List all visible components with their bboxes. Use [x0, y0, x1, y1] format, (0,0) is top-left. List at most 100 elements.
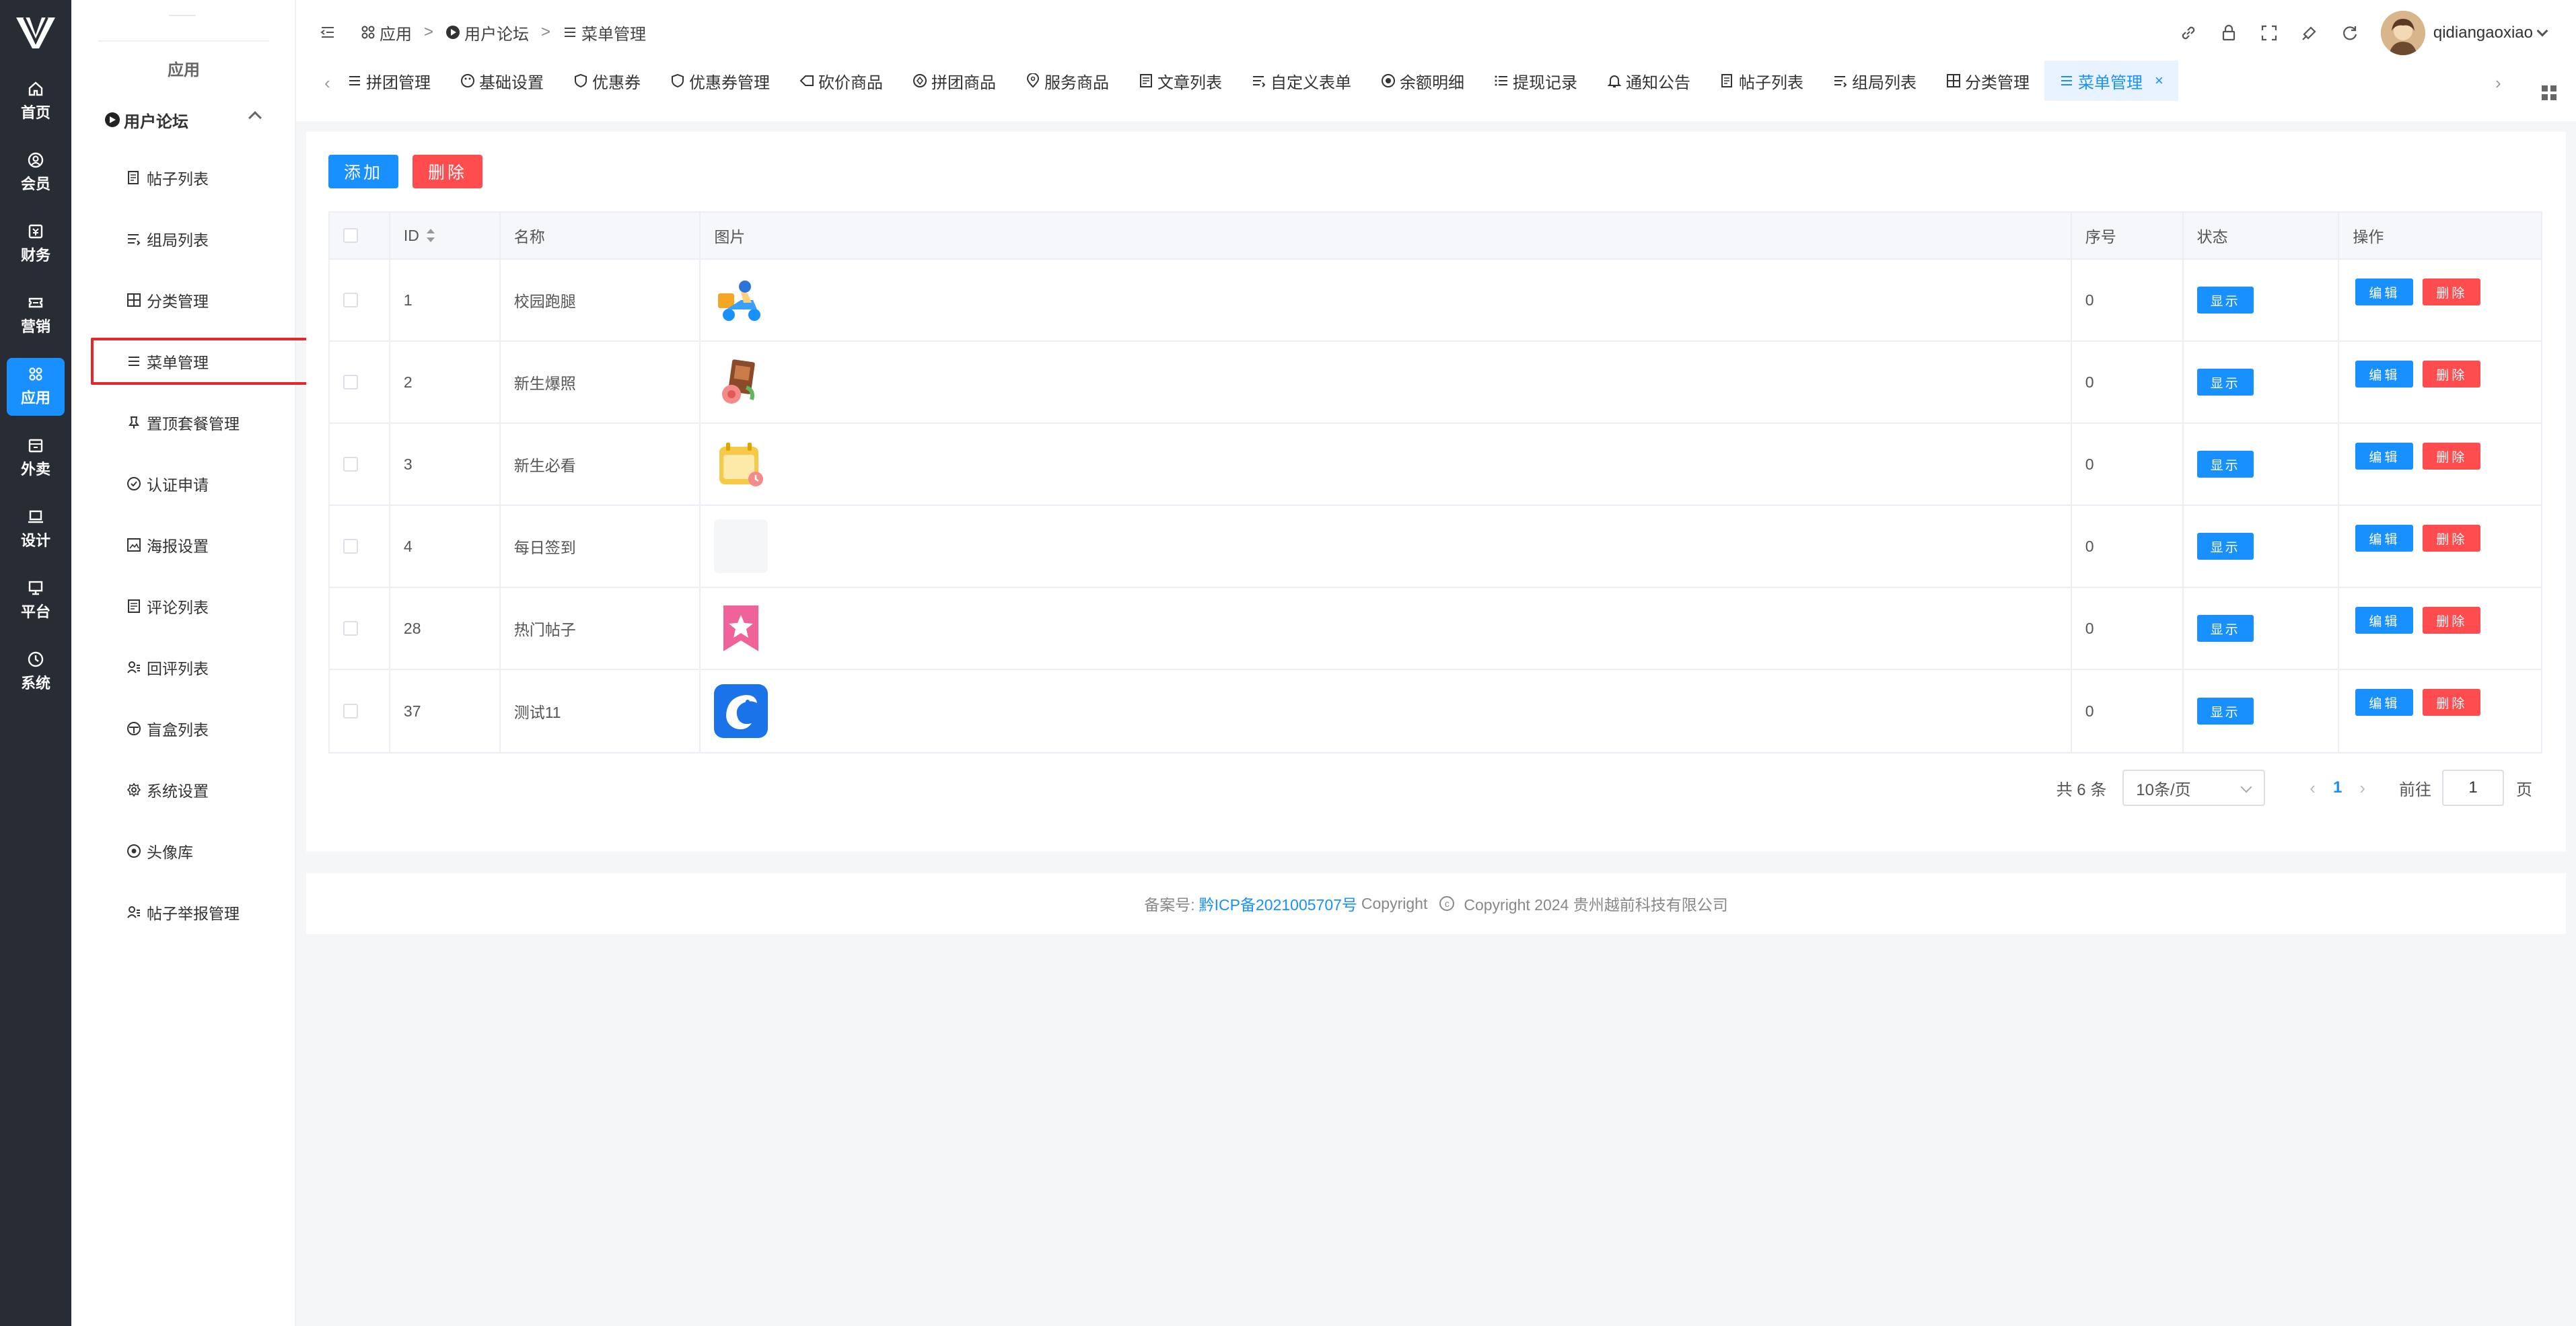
breadcrumb-item-apps[interactable]: 应用 — [361, 21, 412, 44]
report-icon — [127, 906, 140, 918]
sidebar-item-posts[interactable]: 帖子列表 — [127, 164, 295, 191]
delete-button[interactable]: 删除 — [2423, 525, 2481, 552]
menu-icon — [565, 28, 576, 37]
primary-nav-home[interactable]: 首页 — [7, 73, 65, 131]
close-icon[interactable]: × — [2155, 72, 2163, 89]
page-size-select[interactable]: 10条/页 — [2122, 770, 2266, 806]
sidebar-group-forum[interactable]: 用户论坛 — [105, 106, 273, 133]
tab-coupon-management[interactable]: 优惠券管理 — [655, 61, 785, 101]
tab-coupons[interactable]: 优惠券 — [559, 61, 655, 101]
prev-page-icon[interactable]: ‹ — [2310, 778, 2316, 799]
icp-link[interactable]: 黔ICP备2021005707号 — [1199, 892, 1357, 915]
sidebar-item-categories[interactable]: 分类管理 — [127, 287, 295, 314]
sort-icon[interactable] — [426, 229, 435, 242]
primary-nav-takeout[interactable]: 外卖 — [7, 429, 65, 487]
page-number[interactable]: 1 — [2333, 778, 2342, 797]
menu-icon — [349, 76, 360, 85]
edit-button[interactable]: 编辑 — [2355, 443, 2414, 470]
sidebar-item-comments[interactable]: 评论列表 — [127, 593, 295, 620]
header-id[interactable]: ID — [390, 213, 501, 258]
gear-icon — [127, 782, 141, 797]
add-button[interactable]: 添加 — [328, 155, 398, 188]
tab-menu-management[interactable]: 菜单管理 × — [2044, 61, 2178, 101]
status-badge: 显示 — [2196, 615, 2254, 642]
document-icon — [128, 171, 139, 184]
row-checkbox[interactable] — [343, 293, 358, 307]
refresh-icon[interactable] — [2340, 24, 2359, 42]
row-checkbox-cell — [330, 506, 390, 587]
avatar[interactable] — [2380, 11, 2425, 55]
edit-button[interactable]: 编辑 — [2355, 361, 2414, 388]
collapse-menu-icon[interactable] — [320, 25, 335, 40]
tab-label: 提现记录 — [1513, 73, 1577, 92]
tab-bargain-goods[interactable]: 砍价商品 — [785, 61, 898, 101]
delete-button[interactable]: 删除 — [2423, 279, 2481, 305]
goto-page-input[interactable]: 1 — [2442, 770, 2504, 806]
theme-icon[interactable] — [2300, 24, 2319, 42]
breadcrumb-item-forum[interactable]: 用户论坛 — [445, 21, 529, 44]
apps-grid-icon[interactable] — [2540, 83, 2559, 102]
delete-button[interactable]: 删除 — [2423, 443, 2481, 470]
edit-button[interactable]: 编辑 — [2355, 607, 2414, 634]
edit-button[interactable]: 编辑 — [2355, 525, 2414, 552]
tab-withdrawals[interactable]: 提现记录 — [1479, 61, 1592, 101]
tabs-scroll-left-icon[interactable]: ‹ — [324, 73, 330, 94]
delete-button[interactable]: 删除 — [2423, 689, 2481, 716]
row-checkbox[interactable] — [343, 704, 358, 719]
tab-group-buy[interactable]: 拼团管理 — [332, 61, 445, 101]
sidebar-item-poster[interactable]: 海报设置 — [127, 531, 295, 558]
row-checkbox[interactable] — [343, 457, 358, 472]
tab-custom-form[interactable]: 自定义表单 — [1237, 61, 1366, 101]
sidebar-item-avatars[interactable]: 头像库 — [127, 838, 295, 864]
row-checkbox[interactable] — [343, 375, 358, 390]
sidebar-item-pin-packages[interactable]: 置顶套餐管理 — [127, 409, 295, 436]
row-checkbox[interactable] — [343, 621, 358, 636]
primary-nav-label: 平台 — [20, 603, 50, 620]
primary-nav-label: 外卖 — [20, 461, 50, 478]
status-badge: 显示 — [2196, 451, 2254, 478]
select-all-checkbox[interactable] — [343, 228, 358, 243]
tab-service-goods[interactable]: 服务商品 — [1011, 61, 1124, 101]
primary-nav-platform[interactable]: 平台 — [7, 572, 65, 630]
row-checkbox[interactable] — [343, 539, 358, 554]
primary-nav-apps[interactable]: 应用 — [7, 358, 65, 416]
sidebar-item-settings[interactable]: 系统设置 — [127, 776, 295, 803]
next-page-icon[interactable]: › — [2359, 778, 2365, 799]
page-suffix: 页 — [2516, 780, 2532, 799]
cell-order: 0 — [2072, 506, 2184, 587]
edit-button[interactable]: 编辑 — [2355, 689, 2414, 716]
sidebar-item-verification[interactable]: 认证申请 — [127, 470, 295, 497]
diamond-icon — [913, 74, 927, 87]
fullscreen-icon[interactable] — [2260, 24, 2279, 42]
sidebar-item-blindbox[interactable]: 盲盒列表 — [127, 715, 295, 742]
link-icon[interactable] — [2179, 24, 2198, 42]
tab-groups[interactable]: 组局列表 — [1818, 61, 1931, 101]
chevron-down-icon[interactable] — [2536, 25, 2548, 37]
primary-nav-marketing[interactable]: 营销 — [7, 287, 65, 344]
tab-group-goods[interactable]: 拼团商品 — [898, 61, 1011, 101]
primary-nav-system[interactable]: 系统 — [7, 643, 65, 701]
cell-id: 1 — [390, 260, 501, 340]
tab-notices[interactable]: 通知公告 — [1592, 61, 1705, 101]
tab-posts[interactable]: 帖子列表 — [1705, 61, 1818, 101]
sidebar-item-groups[interactable]: 组局列表 — [127, 225, 295, 252]
cell-ops: 编辑 删除 — [2339, 506, 2541, 587]
primary-nav-member[interactable]: 会员 — [7, 144, 65, 202]
primary-nav-design[interactable]: 设计 — [7, 501, 65, 558]
tab-label: 拼团商品 — [931, 73, 996, 92]
primary-nav-finance[interactable]: 财务 — [7, 215, 65, 273]
batch-delete-button[interactable]: 删除 — [413, 155, 482, 188]
lock-icon[interactable] — [2219, 24, 2238, 42]
tab-balance[interactable]: 余额明细 — [1366, 61, 1479, 101]
tab-categories[interactable]: 分类管理 — [1931, 61, 2044, 101]
delete-button[interactable]: 删除 — [2423, 607, 2481, 634]
edit-button[interactable]: 编辑 — [2355, 279, 2414, 305]
sidebar-item-reports[interactable]: 帖子举报管理 — [127, 899, 295, 926]
delete-button[interactable]: 删除 — [2423, 361, 2481, 388]
tab-basic-settings[interactable]: 基础设置 — [445, 61, 559, 101]
tab-articles[interactable]: 文章列表 — [1124, 61, 1237, 101]
record-icon — [1382, 74, 1395, 87]
tabs-scroll-right-icon[interactable]: › — [2495, 73, 2501, 94]
sidebar-item-replies[interactable]: 回评列表 — [127, 654, 295, 681]
username[interactable]: qidiangaoxiao — [2433, 24, 2533, 42]
